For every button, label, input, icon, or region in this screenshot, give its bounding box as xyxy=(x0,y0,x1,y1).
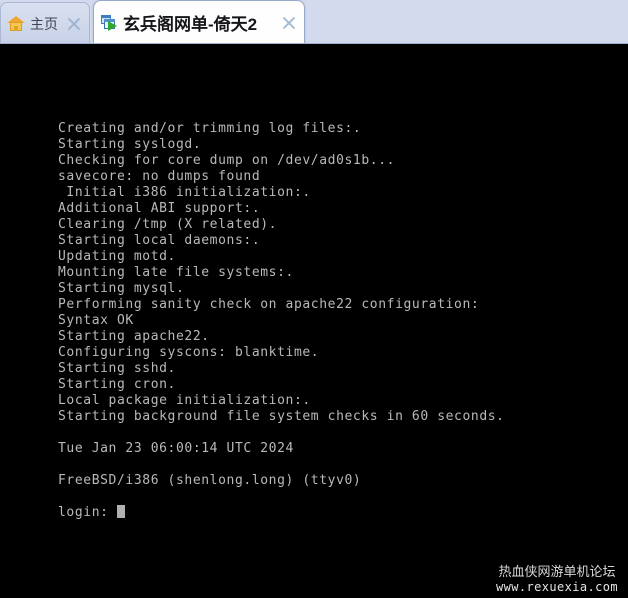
home-icon xyxy=(7,15,25,33)
console-line: savecore: no dumps found xyxy=(58,169,261,184)
console-line: login: xyxy=(58,505,505,521)
console-line: Local package initialization:. xyxy=(58,393,311,408)
console-line: Additional ABI support:. xyxy=(58,201,261,216)
console-line: Creating and/or trimming log files:. xyxy=(58,121,362,136)
block-cursor xyxy=(117,505,125,518)
console-line: Starting syslogd. xyxy=(58,137,202,152)
console-line: Starting sshd. xyxy=(58,361,176,376)
console-line: Starting apache22. xyxy=(58,329,210,344)
browser-tab-game-portal-label: 玄兵阁网单-倚天2 xyxy=(123,15,258,34)
close-icon[interactable] xyxy=(280,14,298,32)
console-line: Mounting late file systems:. xyxy=(58,265,294,280)
login-prompt-label: login: xyxy=(58,505,117,520)
console-line: FreeBSD/i386 (shenlong.long) (ttyv0) xyxy=(58,473,362,488)
console-line: Starting background file system checks i… xyxy=(58,409,505,424)
watermark-site-url: www.rexuexia.com xyxy=(496,580,618,594)
terminal-console[interactable]: Creating and/or trimming log files:. Star… xyxy=(0,44,628,598)
browser-tab-strip: 主页 玄兵阁网单-倚天2 xyxy=(0,0,628,44)
console-line: Tue Jan 23 06:00:14 UTC 2024 xyxy=(58,441,294,456)
console-line: Starting cron. xyxy=(58,377,176,392)
console-line: Initial i386 initialization:. xyxy=(58,185,311,200)
console-output: Creating and/or trimming log files:. Star… xyxy=(58,121,505,521)
browser-tab-game-portal[interactable]: 玄兵阁网单-倚天2 xyxy=(93,0,305,43)
browser-tab-home-label: 主页 xyxy=(30,15,58,32)
console-line: Configuring syscons: blanktime. xyxy=(58,345,320,360)
watermark: 热血侠网游单机论坛 www.rexuexia.com xyxy=(496,565,618,595)
console-line: Clearing /tmp (X related). xyxy=(58,217,278,232)
console-line: Starting local daemons:. xyxy=(58,233,261,248)
watermark-site-name: 热血侠网游单机论坛 xyxy=(498,565,616,580)
console-line: Checking for core dump on /dev/ad0s1b... xyxy=(58,153,396,168)
close-icon[interactable] xyxy=(65,15,83,33)
console-line: Performing sanity check on apache22 conf… xyxy=(58,297,480,312)
console-line: Updating motd. xyxy=(58,249,176,264)
console-line: Starting mysql. xyxy=(58,281,185,296)
app-window-play-icon xyxy=(100,14,118,32)
browser-tab-home[interactable]: 主页 xyxy=(0,2,90,43)
console-line: Syntax OK xyxy=(58,313,134,328)
